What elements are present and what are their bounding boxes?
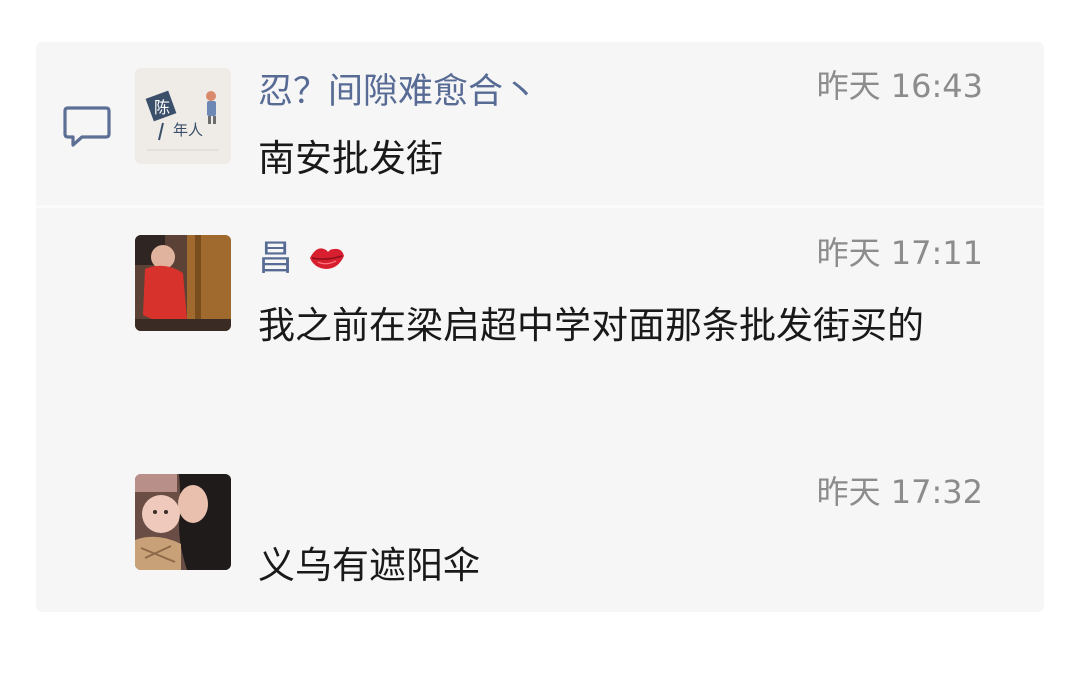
avatar-photo [135, 235, 231, 331]
comment-text: 义乌有遮阳伞 [258, 544, 480, 587]
avatar-text: 陈 [154, 98, 170, 117]
comment-author[interactable]: 忍？间隙难愈合丶 [258, 70, 538, 114]
avatar-photo [135, 474, 231, 570]
comment-text: 我之前在梁启超中学对面那条批发街买的 [258, 304, 924, 347]
avatar[interactable]: 陈 年人 [135, 68, 231, 164]
avatar[interactable] [135, 474, 231, 570]
comment-author-name: 昌 [258, 239, 294, 279]
comment-time: 昨天 17:11 [816, 234, 983, 272]
comment-bubble-icon [63, 106, 111, 147]
avatar-illustration: 陈 年人 [135, 68, 231, 164]
comment-time: 昨天 17:32 [816, 473, 983, 511]
comment-time: 昨天 16:43 [816, 67, 983, 105]
comment-text: 南安批发街 [258, 137, 443, 180]
avatar-text: 年人 [173, 121, 203, 139]
avatar[interactable] [135, 235, 231, 331]
lips-emoji-icon [310, 248, 345, 269]
comment-divider [36, 205, 1044, 208]
comment-author[interactable]: 昌 [258, 237, 346, 281]
